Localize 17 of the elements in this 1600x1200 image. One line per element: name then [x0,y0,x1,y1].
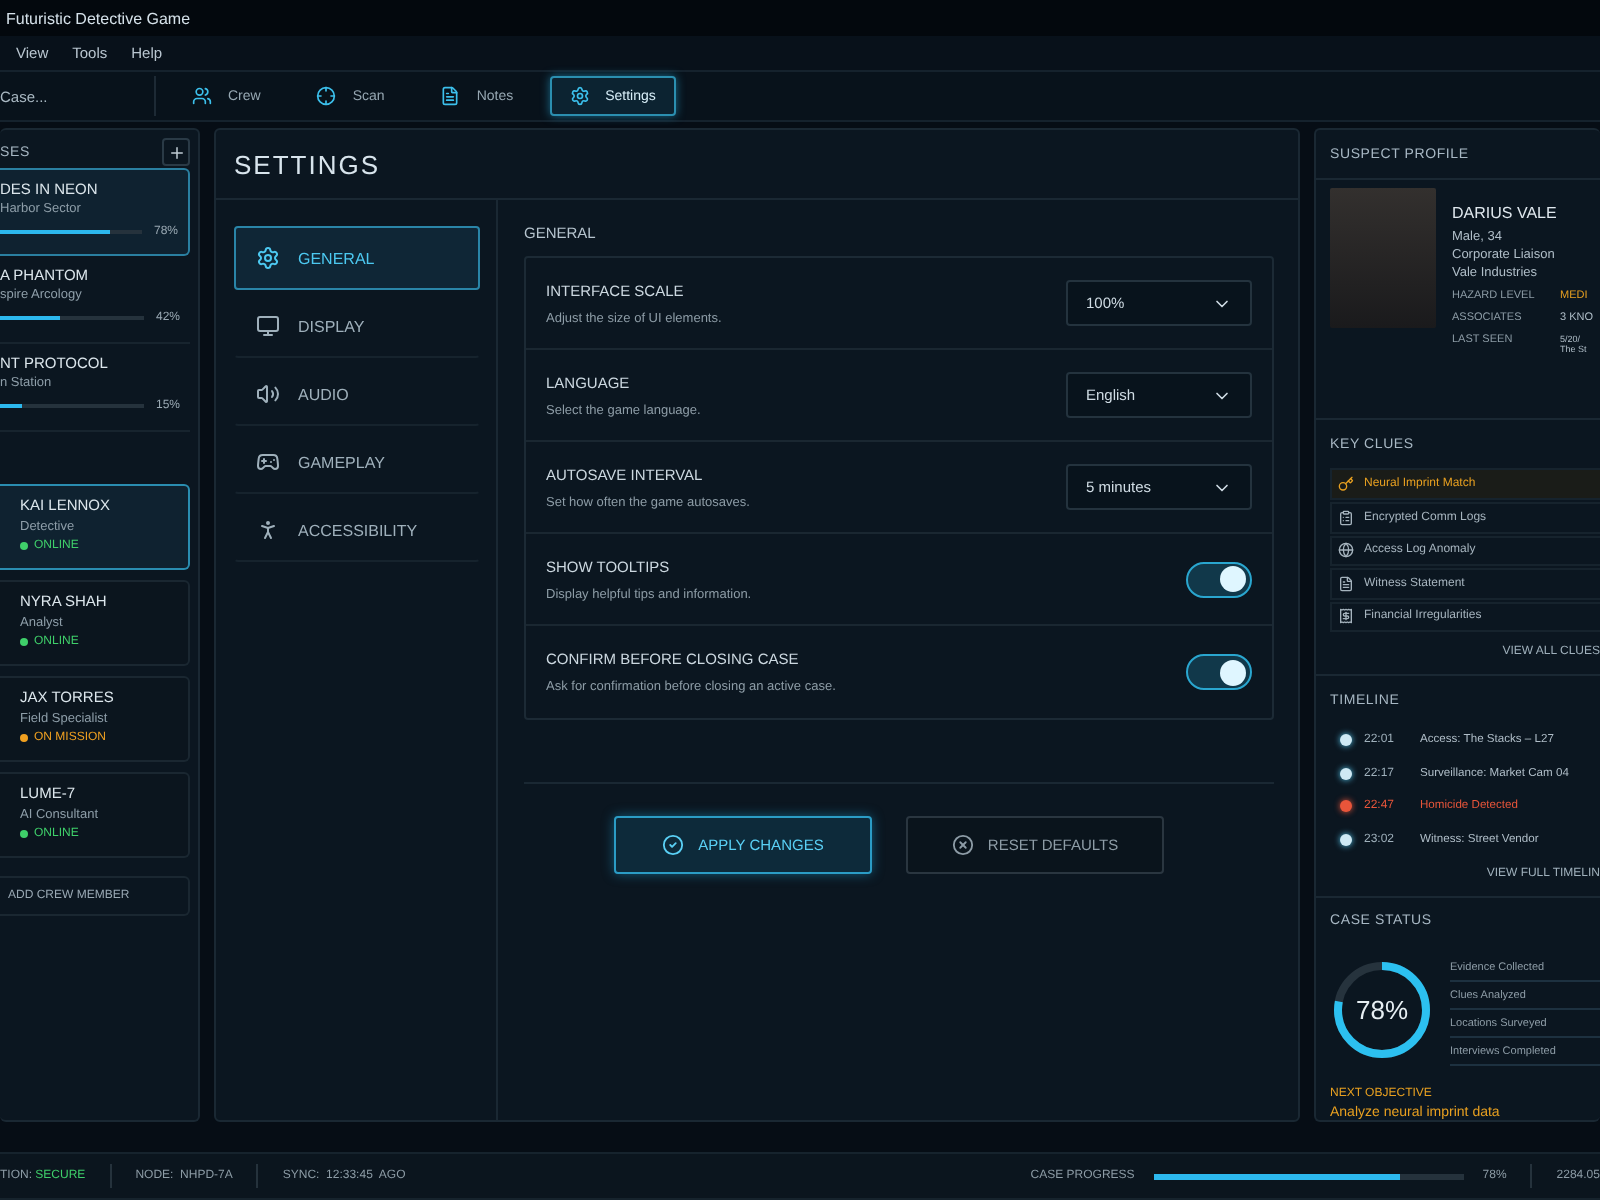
plus-icon [167,143,185,161]
x-circle-icon [951,834,974,856]
progress-percent: 78% [1355,997,1409,1024]
check-circle-icon [662,834,685,856]
toggle-switch[interactable] [1186,654,1252,690]
settings-nav-item[interactable]: GAMEPLAY [234,430,480,494]
settings-nav-item[interactable]: AUDIO [234,362,480,426]
toggle-switch[interactable] [1186,561,1252,597]
window-title: Futuristic Detective Game [6,9,191,27]
settings-title: SETTINGS [234,149,381,179]
progress-ring [1330,958,1434,1063]
suspect-name: DARIUS VALE [1452,204,1559,223]
photo-placeholder [1330,188,1436,329]
add-case-button[interactable] [162,138,190,166]
settings-nav-item[interactable]: GENERAL [234,226,480,290]
settings-nav-item[interactable]: DISPLAY [234,294,480,358]
settings-nav-item[interactable]: ACCESSIBILITY [234,498,480,562]
